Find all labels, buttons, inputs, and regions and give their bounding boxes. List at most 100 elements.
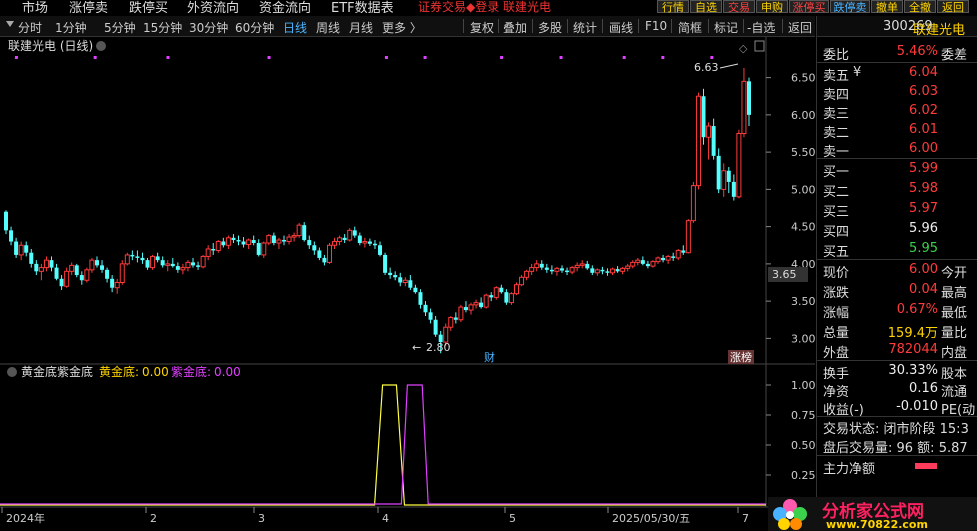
low-label: 2.80	[426, 341, 451, 354]
diamond-icon[interactable]: ◇	[739, 42, 748, 55]
ind-tick-label: 0.25	[791, 469, 815, 482]
menu-foreign-flow[interactable]: 外资流向	[187, 0, 239, 13]
candle-body	[4, 211, 8, 231]
quote-row[interactable]: 卖五 ¥6.04	[817, 64, 977, 84]
tool-adjust[interactable]: 复权	[470, 19, 494, 36]
candle-body	[388, 272, 393, 276]
candle-body	[630, 261, 636, 267]
tool-multi-stock[interactable]: 多股	[538, 19, 562, 36]
btn-cancel[interactable]: 撤单	[871, 0, 903, 14]
row-value: 0.16	[909, 381, 938, 396]
quote-row[interactable]: 净资 0.16 流通	[817, 380, 977, 400]
row-value: 6.03	[909, 84, 938, 99]
indicator-options-icon[interactable]	[7, 367, 17, 377]
quote-row[interactable]: 卖二 6.01	[817, 121, 977, 141]
quote-row[interactable]: 收益(-) -0.010 PE(动	[817, 398, 977, 418]
candle-body	[605, 271, 610, 273]
quote-row[interactable]: 涨跌 0.04 最高	[817, 281, 977, 301]
quote-row[interactable]: 涨幅 0.67% 最低	[817, 301, 977, 321]
btn-return-top[interactable]: 返回	[937, 0, 969, 14]
candle-body	[529, 267, 535, 272]
btn-cancel-all[interactable]: 全撤	[904, 0, 936, 14]
period-daily[interactable]: 日线	[283, 19, 307, 36]
btn-trade[interactable]: 交易	[723, 0, 755, 14]
candle-body	[402, 279, 408, 283]
menu-account-login[interactable]: 证券交易◆登录 联建光电	[418, 0, 551, 13]
menu-etf-table[interactable]: ETF数据表	[331, 0, 394, 13]
candle-body	[690, 185, 696, 222]
candle-body	[231, 237, 236, 241]
candle-body	[585, 263, 590, 269]
quote-row[interactable]: 卖一 6.00	[817, 140, 977, 160]
quote-row[interactable]: 买三 5.97	[817, 200, 977, 220]
tool-mark[interactable]: 标记	[714, 19, 738, 36]
signal-dot	[423, 56, 427, 59]
quote-row[interactable]: 现价 6.00 今开	[817, 261, 977, 281]
kline-chart[interactable]: 联建光电 (日线) ◇ 6.506.005.505.004.504.003.50…	[0, 37, 815, 531]
period-intraday[interactable]: 分时	[18, 19, 42, 36]
candle-body	[241, 241, 246, 245]
period-weekly[interactable]: 周线	[316, 19, 340, 36]
chart-options-icon[interactable]	[96, 41, 106, 51]
period-15min[interactable]: 15分钟	[143, 19, 182, 36]
quote-row[interactable]: 卖三 6.02	[817, 102, 977, 122]
row-label: 卖四	[823, 88, 850, 103]
tool-watchlist[interactable]: -自选	[747, 19, 775, 36]
period-monthly[interactable]: 月线	[349, 19, 373, 36]
quote-row[interactable]: 买四 5.96	[817, 220, 977, 240]
candle-body	[100, 265, 105, 270]
finance-marker[interactable]: 财	[484, 350, 495, 364]
candle-body	[180, 267, 186, 271]
quote-row[interactable]: 买五 5.95	[817, 240, 977, 260]
btn-limit-up-buy[interactable]: 涨停买	[789, 0, 829, 14]
indicator-name: 黄金底紫金底	[21, 364, 93, 379]
period-1min[interactable]: 1分钟	[55, 19, 87, 36]
tool-return[interactable]: 返回	[788, 19, 812, 36]
quote-row[interactable]: 买二 5.98	[817, 180, 977, 200]
candle-body	[124, 254, 130, 265]
menu-capital-flow[interactable]: 资金流向	[259, 0, 311, 13]
row-ext: 量比	[941, 326, 968, 341]
menu-limit-up-sell[interactable]: 涨停卖	[69, 0, 108, 13]
tool-draw[interactable]: 画线	[609, 19, 633, 36]
btn-limit-down-sell[interactable]: 跌停卖	[830, 0, 870, 14]
tool-overlay[interactable]: 叠加	[503, 19, 527, 36]
period-60min[interactable]: 60分钟	[235, 19, 274, 36]
menu-limit-down-buy[interactable]: 跌停买	[129, 0, 168, 13]
top-list-marker[interactable]: 涨榜	[730, 350, 752, 364]
menu-market[interactable]: 市场	[22, 0, 48, 13]
candle-body	[645, 263, 650, 267]
candle-body	[610, 268, 616, 274]
tool-simple-frame[interactable]: 简框	[678, 19, 702, 36]
watermark-url: www.70822.com	[826, 518, 928, 531]
quote-row[interactable]: 总量 159.4万 量比	[817, 321, 977, 341]
quote-row[interactable]: 外盘 782044 内盘	[817, 341, 977, 361]
trade-buttons: 行情 自选 交易 申购 涨停买 跌停卖 撤单 全撤 返回	[655, 0, 977, 14]
btn-quote[interactable]: 行情	[657, 0, 689, 14]
btn-watchlist[interactable]: 自选	[690, 0, 722, 14]
quote-row[interactable]: 换手 30.33% 股本	[817, 362, 977, 382]
collapse-icon[interactable]	[6, 21, 14, 27]
quote-row[interactable]: 卖四 6.03	[817, 83, 977, 103]
purple-label: 紫金底:	[171, 364, 211, 379]
quote-row[interactable]: 买一 5.99	[817, 160, 977, 180]
candle-body	[671, 256, 676, 258]
candle-body	[428, 312, 433, 320]
candle-body	[337, 237, 343, 243]
period-30min[interactable]: 30分钟	[189, 19, 228, 36]
period-5min[interactable]: 5分钟	[104, 19, 136, 36]
period-more[interactable]: 更多 〉	[382, 19, 422, 36]
main-net-bar	[915, 463, 937, 469]
row-value: 0.04	[909, 282, 938, 297]
tool-stats[interactable]: 统计	[573, 19, 597, 36]
watermark: 分析家公式网 www.70822.com	[768, 497, 977, 531]
tool-f10[interactable]: F10	[645, 19, 667, 33]
signal-dot	[166, 56, 170, 59]
candle-body	[18, 244, 24, 256]
candle-body	[539, 263, 544, 268]
signal-dot	[267, 56, 271, 59]
candle-body	[620, 267, 626, 272]
candle-body	[150, 255, 156, 269]
candle-body	[145, 260, 150, 268]
btn-ipo[interactable]: 申购	[756, 0, 788, 14]
